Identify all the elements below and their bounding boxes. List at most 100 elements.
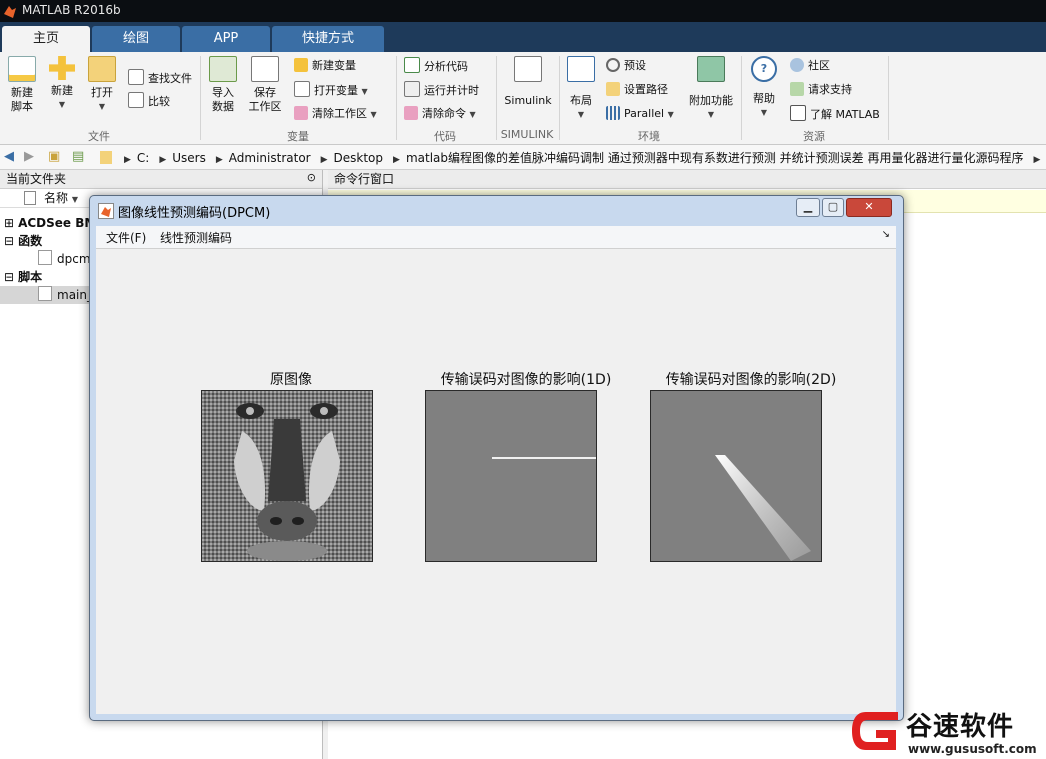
folder-icon xyxy=(100,151,112,164)
up-folder-icon[interactable]: ▣ xyxy=(48,149,60,164)
dock-arrow-icon[interactable]: ↘ xyxy=(882,229,890,240)
breadcrumb-separator-icon: ▶ xyxy=(215,155,223,165)
minimize-icon[interactable]: ▁ xyxy=(796,198,820,217)
axes-title-1d: 传输误码对图像的影响(1D) xyxy=(440,372,612,388)
figure-window[interactable]: 图像线性预测编码(DPCM) ▁ ▢ ✕ 文件(F) 线性预测编码 ↘ 原图像 xyxy=(89,195,904,721)
browse-folder-icon[interactable]: ▤ xyxy=(72,149,84,164)
menu-linear-predictive-coding[interactable]: 线性预测编码 xyxy=(160,229,232,246)
simulink-icon xyxy=(514,56,542,82)
breadcrumb-item[interactable]: Desktop xyxy=(334,151,384,165)
clear-workspace-button[interactable]: 清除工作区 ▼ xyxy=(294,105,377,123)
simulink-button[interactable]: Simulink xyxy=(502,56,554,108)
breadcrumb-separator-icon: ▶ xyxy=(159,155,167,165)
function-file-icon xyxy=(38,250,52,265)
breadcrumb: ▶ C: ▶ Users ▶ Administrator ▶ Desktop ▶ matlab编程… xyxy=(100,149,1046,166)
save-workspace-button[interactable]: 保存 工作区 xyxy=(246,56,284,114)
figure-matlab-icon xyxy=(98,203,114,219)
analyze-code-button[interactable]: 分析代码 xyxy=(404,57,468,75)
learn-matlab-button[interactable]: 了解 MATLAB xyxy=(790,105,880,123)
tab-home[interactable]: 主页 xyxy=(2,26,90,52)
chevron-down-icon: ▼ xyxy=(667,110,674,119)
help-button[interactable]: ? 帮助 ▼ xyxy=(748,56,780,120)
clear-commands-button[interactable]: 清除命令 ▼ xyxy=(404,105,476,123)
error-image-1d xyxy=(425,390,597,562)
chevron-down-icon: ▼ xyxy=(71,195,78,204)
breadcrumb-item[interactable]: matlab编程图像的差值脉冲编码调制 通过预测器中现有系数进行预测 并统计预测… xyxy=(406,151,1024,165)
collapse-icon[interactable]: ⊟ xyxy=(4,270,14,284)
tab-plots[interactable]: 绘图 xyxy=(92,26,180,52)
tab-shortcuts[interactable]: 快捷方式 xyxy=(272,26,384,52)
parallel-icon xyxy=(606,106,620,120)
community-button[interactable]: 社区 xyxy=(790,57,830,75)
command-window-title: 命令行窗口 xyxy=(328,170,1046,189)
chevron-down-icon: ▼ xyxy=(58,100,66,109)
save-workspace-icon xyxy=(251,56,279,82)
list-item[interactable]: ⊟ 函数 xyxy=(0,232,42,250)
eraser-icon xyxy=(294,106,308,120)
new-variable-button[interactable]: 新建变量 xyxy=(294,57,356,75)
preferences-button[interactable]: 预设 xyxy=(606,57,646,75)
tab-apps[interactable]: APP xyxy=(182,26,270,52)
plus-icon xyxy=(49,56,75,80)
chevron-down-icon: ▼ xyxy=(760,108,768,117)
error-streak-1d xyxy=(492,457,596,459)
expand-icon[interactable]: ⊞ xyxy=(4,216,14,230)
import-data-button[interactable]: 导入 数据 xyxy=(206,56,240,114)
run-and-time-button[interactable]: 运行并计时 xyxy=(404,81,479,99)
matlab-logo-icon xyxy=(4,6,16,18)
watermark-name: 谷速软件 xyxy=(906,712,1015,742)
forward-arrow-icon[interactable]: ▶ xyxy=(24,149,34,164)
error-streak-2d xyxy=(715,455,811,561)
group-label-code: 代码 xyxy=(434,130,456,143)
collapse-icon[interactable]: ⊟ xyxy=(4,234,14,248)
file-type-icon xyxy=(24,191,36,205)
breadcrumb-separator-icon: ▶ xyxy=(124,155,131,165)
eraser-icon xyxy=(404,106,418,120)
layout-button[interactable]: 布局 ▼ xyxy=(566,56,596,122)
ribbon-tab-bar: 主页 绘图 APP 快捷方式 xyxy=(0,22,1046,52)
list-item[interactable]: ⊟ 脚本 xyxy=(0,268,42,286)
add-ons-icon xyxy=(697,56,725,82)
new-script-button[interactable]: 新建 脚本 xyxy=(4,56,40,114)
panel-menu-icon[interactable]: ⊙ xyxy=(307,171,316,184)
watermark: 谷速软件 www.gususoft.com xyxy=(848,704,1046,759)
analyze-code-icon xyxy=(404,57,420,73)
back-arrow-icon[interactable]: ◀ xyxy=(4,149,14,164)
group-label-file: 文件 xyxy=(88,130,110,143)
compare-icon xyxy=(128,92,144,108)
original-image xyxy=(201,390,373,562)
chevron-down-icon: ▼ xyxy=(361,87,368,96)
list-item[interactable]: ⊞ ACDSee BM xyxy=(0,214,96,232)
layout-icon xyxy=(567,56,595,82)
support-icon xyxy=(790,82,804,96)
open-button[interactable]: 打开 ▼ xyxy=(86,56,118,114)
app-title-bar: MATLAB R2016b xyxy=(0,0,1046,22)
open-variable-icon xyxy=(294,81,310,97)
new-button[interactable]: 新建 ▼ xyxy=(46,56,78,112)
breadcrumb-item[interactable]: Administrator xyxy=(229,151,311,165)
community-icon xyxy=(790,58,804,72)
axes-title-original: 原图像 xyxy=(270,372,312,388)
menu-file[interactable]: 文件(F) xyxy=(106,229,146,246)
parallel-button[interactable]: Parallel ▼ xyxy=(606,105,674,123)
figure-menu-bar: 文件(F) 线性预测编码 ↘ xyxy=(96,226,896,249)
ribbon-divider xyxy=(888,56,889,140)
axes-title-2d: 传输误码对图像的影响(2D) xyxy=(665,372,837,388)
open-variable-button[interactable]: 打开变量 ▼ xyxy=(294,81,368,99)
group-label-environment: 环境 xyxy=(638,130,660,143)
error-image-2d xyxy=(650,390,822,562)
set-path-button[interactable]: 设置路径 xyxy=(606,81,668,99)
close-icon[interactable]: ✕ xyxy=(846,198,892,217)
find-files-button[interactable]: 查找文件 xyxy=(128,69,192,87)
ribbon: 新建 脚本 新建 ▼ 打开 ▼ 查找文件 比较 文件 导入 数据 保存 工作区 … xyxy=(0,52,1046,145)
list-item[interactable]: dpcm xyxy=(38,250,91,268)
request-support-button[interactable]: 请求支持 xyxy=(790,81,852,99)
add-ons-button[interactable]: 附加功能 ▼ xyxy=(688,56,734,122)
breadcrumb-item[interactable]: C: xyxy=(137,151,149,165)
group-label-simulink: SIMULINK xyxy=(500,128,554,141)
maximize-icon[interactable]: ▢ xyxy=(822,198,844,217)
learn-icon xyxy=(790,105,806,121)
new-variable-icon xyxy=(294,58,308,72)
breadcrumb-item[interactable]: Users xyxy=(172,151,206,165)
compare-button[interactable]: 比较 xyxy=(128,92,170,110)
